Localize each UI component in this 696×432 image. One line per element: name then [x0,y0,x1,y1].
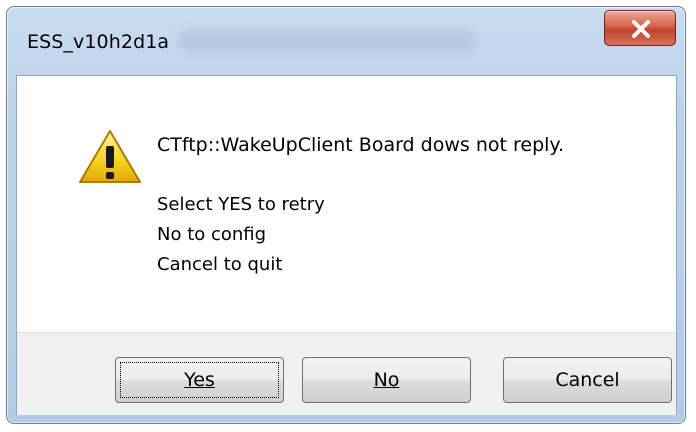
close-icon [632,20,650,38]
close-button[interactable] [604,10,676,46]
yes-button[interactable]: Yes [115,357,284,403]
no-button[interactable]: No [302,357,471,403]
message-line-retry: Select YES to retry [157,194,325,215]
message-line-quit: Cancel to quit [157,254,283,275]
cancel-button-label: Cancel [555,369,620,391]
message-main: CTftp::WakeUpClient Board dows not reply… [157,134,564,156]
message-area: CTftp::WakeUpClient Board dows not reply… [17,76,676,332]
warning-icon [79,130,141,183]
button-bar: Yes No Cancel [17,332,676,415]
blurred-background-text [177,29,477,53]
dialog-window: ESS_v10h2d1a CTftp::WakeUpClient Board d… [6,6,686,424]
dialog-content: CTftp::WakeUpClient Board dows not reply… [16,75,677,415]
title-bar[interactable]: ESS_v10h2d1a [7,7,685,75]
message-line-config: No to config [157,224,267,245]
window-title: ESS_v10h2d1a [27,31,170,53]
focus-indicator [120,362,279,398]
no-button-label: No [373,369,400,391]
cancel-button[interactable]: Cancel [503,357,672,403]
